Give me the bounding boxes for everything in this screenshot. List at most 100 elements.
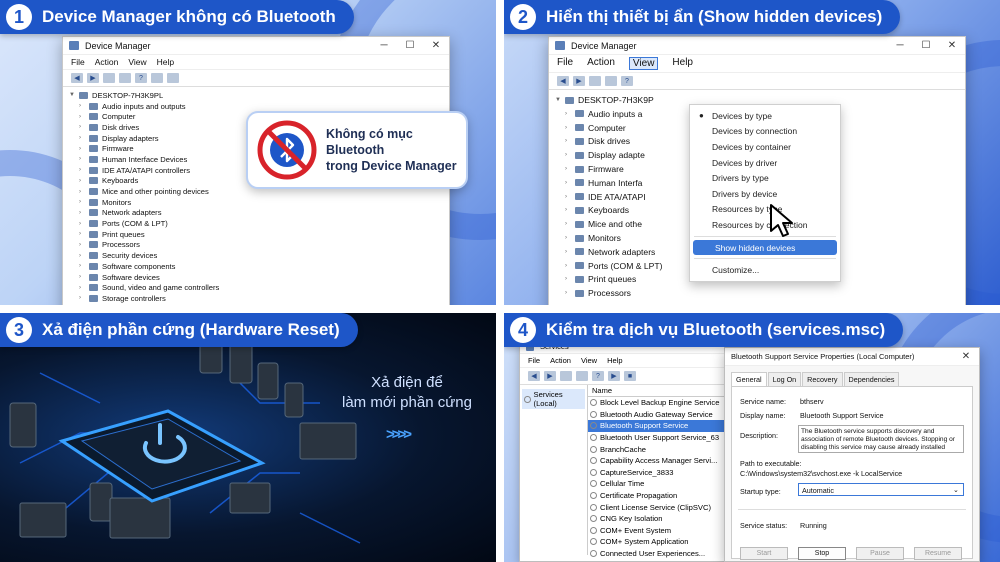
chevron-right-icon[interactable]: › xyxy=(79,231,89,237)
menu-action[interactable]: Action xyxy=(550,356,571,365)
tree-item[interactable]: › Processors xyxy=(555,286,959,300)
chevron-right-icon[interactable]: › xyxy=(565,152,575,158)
service-row[interactable]: COM+ Event System xyxy=(588,525,744,537)
chevron-right-icon[interactable]: › xyxy=(565,138,575,144)
column-header-name[interactable]: Name xyxy=(588,385,744,397)
stop-icon[interactable]: ■ xyxy=(624,371,636,381)
scan-icon[interactable] xyxy=(151,73,163,83)
view-menu-item[interactable]: Devices by container xyxy=(690,139,840,155)
chevron-right-icon[interactable]: › xyxy=(79,263,89,269)
tree-item[interactable]: ›System devices xyxy=(69,304,443,306)
menu-action[interactable]: Action xyxy=(95,57,119,67)
tree-item[interactable]: › Sound, video and game controllers xyxy=(69,282,443,293)
tree-item[interactable]: › Software devices xyxy=(69,272,443,283)
chevron-right-icon[interactable]: › xyxy=(565,235,575,241)
tab-log-on[interactable]: Log On xyxy=(767,372,802,386)
service-row[interactable]: CaptureService_3833 xyxy=(588,467,744,479)
service-row[interactable]: Block Level Backup Engine Service xyxy=(588,397,744,409)
menu-action[interactable]: Action xyxy=(587,57,615,70)
minimize-icon[interactable]: ─ xyxy=(887,40,913,51)
view-menu-item[interactable]: Drivers by device xyxy=(690,186,840,202)
service-row[interactable]: CNG Key Isolation xyxy=(588,513,744,525)
tree-item[interactable]: › Network adapters xyxy=(69,208,443,219)
chevron-right-icon[interactable]: › xyxy=(79,103,89,109)
play-icon[interactable]: ▶ xyxy=(608,371,620,381)
properties-icon[interactable] xyxy=(589,76,601,86)
forward-icon[interactable]: ▶ xyxy=(544,371,556,381)
pause-button[interactable]: Pause xyxy=(856,547,904,560)
chevron-right-icon[interactable]: › xyxy=(79,135,89,141)
close-icon[interactable]: ✕ xyxy=(939,40,965,51)
tree-item[interactable]: › Audio inputs and outputs xyxy=(69,101,443,112)
menu-file[interactable]: File xyxy=(528,356,540,365)
tree-item[interactable]: › Software components xyxy=(69,261,443,272)
service-row[interactable]: Capability Access Manager Servi... xyxy=(588,455,744,467)
help-icon[interactable]: ? xyxy=(592,371,604,381)
service-row[interactable]: COM+ System Application xyxy=(588,536,744,548)
resume-button[interactable]: Resume xyxy=(914,547,962,560)
menu-view[interactable]: View xyxy=(581,356,597,365)
menu-file[interactable]: File xyxy=(557,57,573,70)
tab-recovery[interactable]: Recovery xyxy=(802,372,843,386)
tree-root[interactable]: ▼ DESKTOP-7H3K9PL xyxy=(69,90,443,101)
update-icon[interactable] xyxy=(605,76,617,86)
chevron-right-icon[interactable]: › xyxy=(79,124,89,130)
service-row[interactable]: Client License Service (ClipSVC) xyxy=(588,501,744,513)
console-icon[interactable] xyxy=(560,371,572,381)
chevron-right-icon[interactable]: › xyxy=(79,274,89,280)
close-icon[interactable]: ✕ xyxy=(423,40,449,51)
chevron-right-icon[interactable]: › xyxy=(79,242,89,248)
refresh-icon[interactable] xyxy=(576,371,588,381)
chevron-right-icon[interactable]: › xyxy=(79,295,89,301)
tree-item[interactable]: › Processors xyxy=(69,240,443,251)
menu-view[interactable]: View xyxy=(628,57,659,70)
tab-general[interactable]: General xyxy=(731,372,767,386)
tab-dependencies[interactable]: Dependencies xyxy=(843,372,900,386)
chevron-right-icon[interactable]: › xyxy=(565,194,575,200)
chevron-right-icon[interactable]: › xyxy=(79,189,89,195)
service-row[interactable]: Bluetooth User Support Service_63 xyxy=(588,432,744,444)
chevron-right-icon[interactable]: › xyxy=(565,276,575,282)
service-row[interactable]: Connected User Experiences... xyxy=(588,548,744,560)
view-menu-item[interactable]: ● Devices by type xyxy=(690,108,840,124)
chevron-right-icon[interactable]: › xyxy=(79,167,89,173)
menu-view[interactable]: View xyxy=(128,57,146,67)
chevron-right-icon[interactable]: › xyxy=(565,290,575,296)
menu-file[interactable]: File xyxy=(71,57,85,67)
monitor-icon[interactable] xyxy=(167,73,179,83)
tree-item[interactable]: › Monitors xyxy=(69,197,443,208)
tree-item[interactable]: › Print queues xyxy=(69,229,443,240)
close-icon[interactable]: ✕ xyxy=(953,351,979,362)
back-icon[interactable]: ◀ xyxy=(528,371,540,381)
chevron-right-icon[interactable]: › xyxy=(79,156,89,162)
startup-type-select[interactable]: Automatic ⌄ xyxy=(798,483,964,496)
chevron-right-icon[interactable]: › xyxy=(79,146,89,152)
tree-item[interactable]: › Storage controllers xyxy=(69,293,443,304)
maximize-icon[interactable]: ☐ xyxy=(397,40,423,51)
chevron-right-icon[interactable]: › xyxy=(565,221,575,227)
back-icon[interactable]: ◀ xyxy=(71,73,83,83)
help-icon[interactable]: ? xyxy=(621,76,633,86)
forward-icon[interactable]: ▶ xyxy=(87,73,99,83)
tree-node-local[interactable]: Services (Local) xyxy=(522,389,585,409)
forward-icon[interactable]: ▶ xyxy=(573,76,585,86)
service-row[interactable]: Bluetooth Audio Gateway Service xyxy=(588,409,744,421)
chevron-right-icon[interactable]: › xyxy=(79,199,89,205)
start-button[interactable]: Start xyxy=(740,547,788,560)
service-row[interactable]: Certificate Propagation xyxy=(588,490,744,502)
service-row[interactable]: Bluetooth Support Service xyxy=(588,420,744,432)
service-row[interactable]: BranchCache xyxy=(588,443,744,455)
back-icon[interactable]: ◀ xyxy=(557,76,569,86)
help-icon[interactable]: ? xyxy=(135,73,147,83)
update-icon[interactable] xyxy=(119,73,131,83)
customize-item[interactable]: Customize... xyxy=(690,262,840,278)
tree-item[interactable]: › Security devices xyxy=(69,250,443,261)
view-menu-item[interactable]: Resources by type xyxy=(690,202,840,218)
stop-button[interactable]: Stop xyxy=(798,547,846,560)
menu-help[interactable]: Help xyxy=(672,57,693,70)
chevron-right-icon[interactable]: › xyxy=(79,178,89,184)
minimize-icon[interactable]: ─ xyxy=(371,40,397,51)
chevron-right-icon[interactable]: › xyxy=(565,111,575,117)
view-menu-item[interactable]: Resources by connection xyxy=(690,217,840,233)
chevron-right-icon[interactable]: › xyxy=(79,253,89,259)
